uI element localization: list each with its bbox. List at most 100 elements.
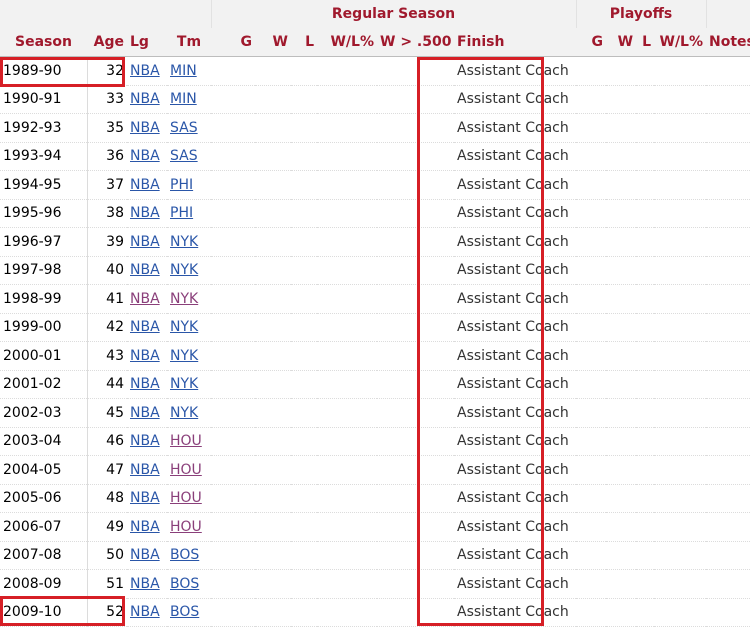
team-link[interactable]: MIN bbox=[170, 91, 197, 107]
league-cell: NBA bbox=[127, 541, 167, 570]
team-cell: BOS bbox=[167, 569, 211, 599]
team-link[interactable]: PHI bbox=[170, 177, 193, 193]
header-team[interactable]: Tm bbox=[167, 28, 211, 57]
team-link[interactable]: NYK bbox=[170, 319, 198, 335]
league-link[interactable]: NBA bbox=[130, 576, 160, 592]
league-cell: NBA bbox=[127, 484, 167, 513]
playoff-losses-cell bbox=[636, 427, 655, 456]
league-link[interactable]: NBA bbox=[130, 234, 160, 250]
notes-cell bbox=[706, 313, 750, 342]
team-link[interactable]: HOU bbox=[170, 519, 202, 535]
league-link[interactable]: NBA bbox=[130, 120, 160, 136]
team-link[interactable]: HOU bbox=[170, 433, 202, 449]
finish-cell: Assistant Coach bbox=[454, 113, 577, 143]
team-link[interactable]: NYK bbox=[170, 348, 198, 364]
team-link[interactable]: PHI bbox=[170, 205, 193, 221]
league-link[interactable]: NBA bbox=[130, 604, 160, 620]
header-wins[interactable]: W bbox=[255, 28, 291, 57]
season-cell: 2005-06 bbox=[0, 484, 88, 513]
games-cell bbox=[211, 541, 255, 570]
table-row: 2003-04 46 NBA HOU Assistant Coach bbox=[0, 427, 750, 456]
league-link[interactable]: NBA bbox=[130, 63, 160, 79]
header-win-loss-pct[interactable]: W/L% bbox=[317, 28, 377, 57]
playoff-wins-cell bbox=[606, 256, 637, 285]
league-link[interactable]: NBA bbox=[130, 433, 160, 449]
league-link[interactable]: NBA bbox=[130, 462, 160, 478]
league-link[interactable]: NBA bbox=[130, 348, 160, 364]
team-link[interactable]: HOU bbox=[170, 490, 202, 506]
league-link[interactable]: NBA bbox=[130, 177, 160, 193]
header-playoff-win-loss-pct[interactable]: W/L% bbox=[654, 28, 707, 57]
notes-cell bbox=[706, 256, 750, 285]
header-playoff-games[interactable]: G bbox=[576, 28, 607, 57]
season-cell: 2004-05 bbox=[0, 455, 88, 485]
league-link[interactable]: NBA bbox=[130, 262, 160, 278]
league-link[interactable]: NBA bbox=[130, 205, 160, 221]
league-link[interactable]: NBA bbox=[130, 91, 160, 107]
age-cell: 50 bbox=[87, 541, 127, 570]
header-games[interactable]: G bbox=[211, 28, 255, 57]
team-link[interactable]: SAS bbox=[170, 120, 198, 136]
playoff-win-loss-pct-cell bbox=[654, 569, 707, 599]
header-notes[interactable]: Notes bbox=[706, 28, 750, 57]
team-link[interactable]: NYK bbox=[170, 262, 198, 278]
season-cell: 1998-99 bbox=[0, 284, 88, 314]
win-loss-pct-cell bbox=[317, 199, 377, 228]
games-cell bbox=[211, 85, 255, 114]
regular-season-group-header: Regular Season bbox=[211, 0, 577, 28]
team-link[interactable]: NYK bbox=[170, 234, 198, 250]
team-link[interactable]: SAS bbox=[170, 148, 198, 164]
notes-cell bbox=[706, 569, 750, 599]
league-link[interactable]: NBA bbox=[130, 405, 160, 421]
header-age[interactable]: Age bbox=[87, 28, 127, 57]
playoff-wins-cell bbox=[606, 398, 637, 428]
playoff-games-cell bbox=[576, 227, 607, 257]
team-link[interactable]: NYK bbox=[170, 376, 198, 392]
age-cell: 51 bbox=[87, 569, 127, 599]
team-link[interactable]: BOS bbox=[170, 547, 199, 563]
league-link[interactable]: NBA bbox=[130, 490, 160, 506]
notes-cell bbox=[706, 427, 750, 456]
win-loss-pct-cell bbox=[317, 85, 377, 114]
team-link[interactable]: HOU bbox=[170, 462, 202, 478]
league-link[interactable]: NBA bbox=[130, 519, 160, 535]
season-cell: 1989-90 bbox=[0, 56, 88, 86]
finish-cell: Assistant Coach bbox=[454, 199, 577, 228]
column-header-row: Season Age Lg Tm G W L W/L% W > .500 Fin… bbox=[0, 28, 750, 57]
playoff-games-cell bbox=[576, 370, 607, 399]
header-wins-over-500[interactable]: W > .500 bbox=[377, 28, 454, 57]
team-link[interactable]: NYK bbox=[170, 291, 198, 307]
header-playoff-losses[interactable]: L bbox=[636, 28, 655, 57]
playoff-games-cell bbox=[576, 455, 607, 485]
playoff-games-cell bbox=[576, 56, 607, 86]
team-link[interactable]: BOS bbox=[170, 576, 199, 592]
header-playoff-wins[interactable]: W bbox=[606, 28, 637, 57]
playoff-losses-cell bbox=[636, 85, 655, 114]
header-league[interactable]: Lg bbox=[127, 28, 167, 57]
playoff-losses-cell bbox=[636, 484, 655, 513]
team-link[interactable]: BOS bbox=[170, 604, 199, 620]
season-cell: 1999-00 bbox=[0, 313, 88, 342]
league-link[interactable]: NBA bbox=[130, 376, 160, 392]
team-link[interactable]: NYK bbox=[170, 405, 198, 421]
league-link[interactable]: NBA bbox=[130, 547, 160, 563]
league-cell: NBA bbox=[127, 341, 167, 371]
playoff-games-cell bbox=[576, 598, 607, 627]
age-cell: 44 bbox=[87, 370, 127, 399]
team-cell: HOU bbox=[167, 484, 211, 513]
losses-cell bbox=[291, 85, 317, 114]
playoff-win-loss-pct-cell bbox=[654, 598, 707, 627]
over-header-blank bbox=[0, 0, 212, 28]
team-cell: PHI bbox=[167, 170, 211, 200]
team-link[interactable]: MIN bbox=[170, 63, 197, 79]
league-link[interactable]: NBA bbox=[130, 291, 160, 307]
header-season[interactable]: Season bbox=[0, 28, 87, 57]
games-cell bbox=[211, 455, 255, 485]
table-row: 2001-02 44 NBA NYK Assistant Coach bbox=[0, 370, 750, 399]
league-link[interactable]: NBA bbox=[130, 319, 160, 335]
header-losses[interactable]: L bbox=[291, 28, 317, 57]
league-link[interactable]: NBA bbox=[130, 148, 160, 164]
header-finish[interactable]: Finish bbox=[454, 28, 577, 57]
wins-cell bbox=[255, 484, 291, 513]
playoff-win-loss-pct-cell bbox=[654, 199, 707, 228]
